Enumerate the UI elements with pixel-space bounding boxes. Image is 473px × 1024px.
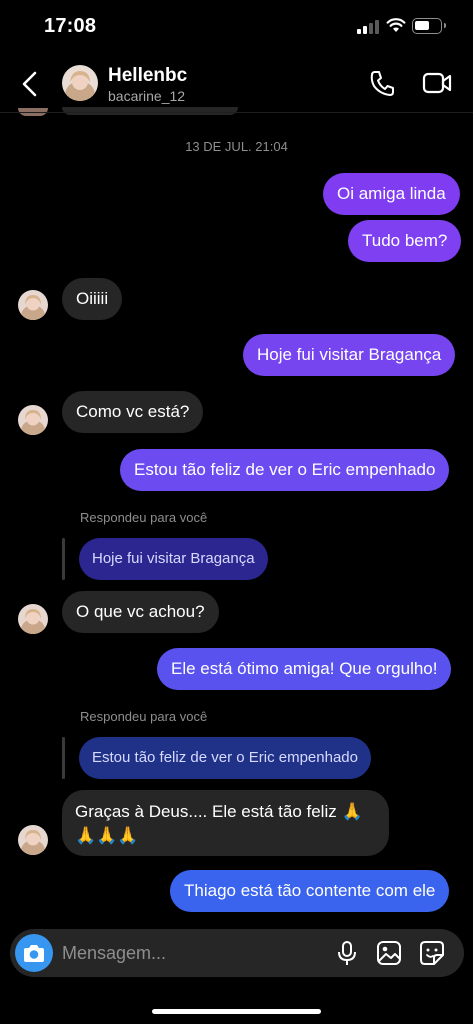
contact-avatar[interactable] (18, 604, 48, 634)
wifi-icon (386, 18, 406, 32)
conversation-timestamp: 13 DE JUL. 21:04 (185, 139, 288, 154)
contact-avatar[interactable] (18, 825, 48, 855)
microphone-icon[interactable] (334, 940, 360, 966)
outgoing-message[interactable]: Tudo bem? (348, 220, 462, 262)
replied-label: Respondeu para você (80, 510, 208, 525)
incoming-message[interactable]: O que vc achou? (62, 591, 219, 633)
message-line: Graças à Deus.... Ele está tão feliz 🙏 (75, 802, 363, 821)
status-time: 17:08 (44, 15, 97, 37)
header-divider (0, 112, 473, 113)
phone-icon[interactable] (369, 69, 395, 97)
incoming-message[interactable]: Oiiiii (62, 278, 123, 320)
gallery-icon[interactable] (376, 940, 402, 966)
message-line: 🙏🙏🙏 (75, 826, 139, 845)
outgoing-message[interactable]: Ele está ótimo amiga! Que orgulho! (157, 648, 452, 690)
sticker-icon[interactable] (419, 940, 445, 966)
incoming-message[interactable]: Graças à Deus.... Ele está tão feliz 🙏 🙏… (62, 790, 389, 856)
status-bar: 17:08 (0, 0, 473, 54)
outgoing-message[interactable]: Estou tão feliz de ver o Eric empenhado (120, 449, 450, 491)
chat-header: Hellenbc bacarine_12 (0, 56, 473, 112)
contact-name[interactable]: Hellenbc (108, 65, 187, 87)
header-avatar[interactable] (62, 65, 98, 101)
previous-message-fragment (62, 107, 238, 115)
incoming-message[interactable]: Como vc está? (62, 391, 204, 433)
quoted-reply[interactable]: Hoje fui visitar Bragança (79, 538, 268, 580)
camera-button[interactable] (15, 934, 53, 972)
replied-label: Respondeu para você (80, 709, 208, 724)
reply-bar (62, 538, 65, 580)
message-composer: Mensagem... (10, 929, 464, 977)
camera-icon (24, 945, 44, 962)
back-icon[interactable] (18, 68, 42, 100)
battery-icon (412, 18, 446, 34)
outgoing-message[interactable]: Hoje fui visitar Bragança (243, 334, 456, 376)
outgoing-message[interactable]: Thiago está tão contente com ele (170, 870, 450, 912)
cellular-signal-icon (357, 20, 379, 34)
contact-avatar[interactable] (18, 290, 48, 320)
outgoing-message[interactable]: Oi amiga linda (323, 173, 460, 215)
home-indicator[interactable] (152, 1009, 321, 1014)
message-input[interactable]: Mensagem... (62, 929, 166, 977)
video-icon[interactable] (422, 71, 452, 95)
quoted-reply[interactable]: Estou tão feliz de ver o Eric empenhado (79, 737, 371, 779)
contact-avatar[interactable] (18, 405, 48, 435)
reply-bar (62, 737, 65, 779)
contact-username[interactable]: bacarine_12 (108, 88, 185, 104)
